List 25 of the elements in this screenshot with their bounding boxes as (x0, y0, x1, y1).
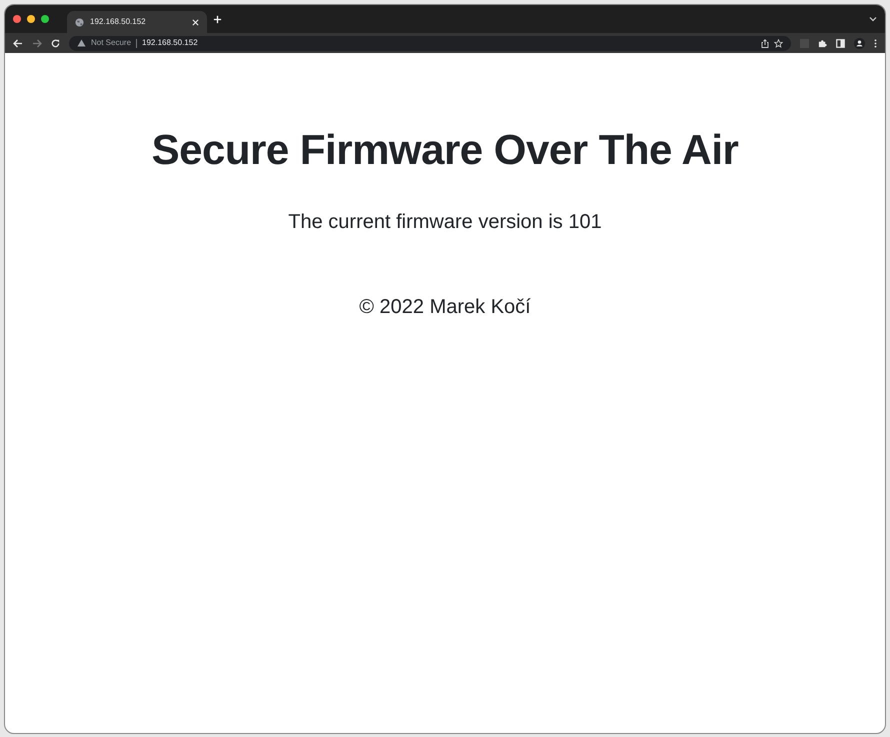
maximize-window-icon[interactable] (41, 15, 49, 23)
url-text: 192.168.50.152 (142, 37, 198, 49)
back-icon[interactable] (13, 38, 23, 48)
reload-icon[interactable] (51, 38, 60, 48)
star-icon[interactable] (774, 38, 783, 48)
globe-icon (75, 18, 84, 26)
side-panel-icon[interactable] (836, 38, 845, 48)
firmware-version-text: The current firmware version is 101 (287, 210, 603, 236)
puzzle-icon[interactable] (818, 38, 827, 48)
minimize-window-icon[interactable] (27, 15, 35, 23)
close-tab-icon[interactable] (192, 18, 199, 26)
new-tab-icon[interactable] (213, 14, 222, 24)
tab-title: 192.168.50.152 (90, 16, 147, 28)
browser-tab[interactable]: 192.168.50.152 (67, 11, 207, 33)
close-window-icon[interactable] (13, 15, 21, 23)
page-heading: Secure Firmware Over The Air (150, 125, 740, 175)
address-bar[interactable]: Not Secure 192.168.50.152 (69, 36, 791, 50)
forward-icon[interactable] (32, 38, 42, 48)
profile-icon[interactable] (854, 38, 865, 48)
copyright-text: © 2022 Marek Kočí (358, 295, 532, 320)
menu-icon[interactable] (874, 38, 877, 48)
share-icon[interactable] (761, 38, 769, 48)
warning-icon (77, 39, 86, 47)
chevron-down-icon[interactable] (869, 16, 877, 22)
security-label: Not Secure (91, 37, 132, 49)
